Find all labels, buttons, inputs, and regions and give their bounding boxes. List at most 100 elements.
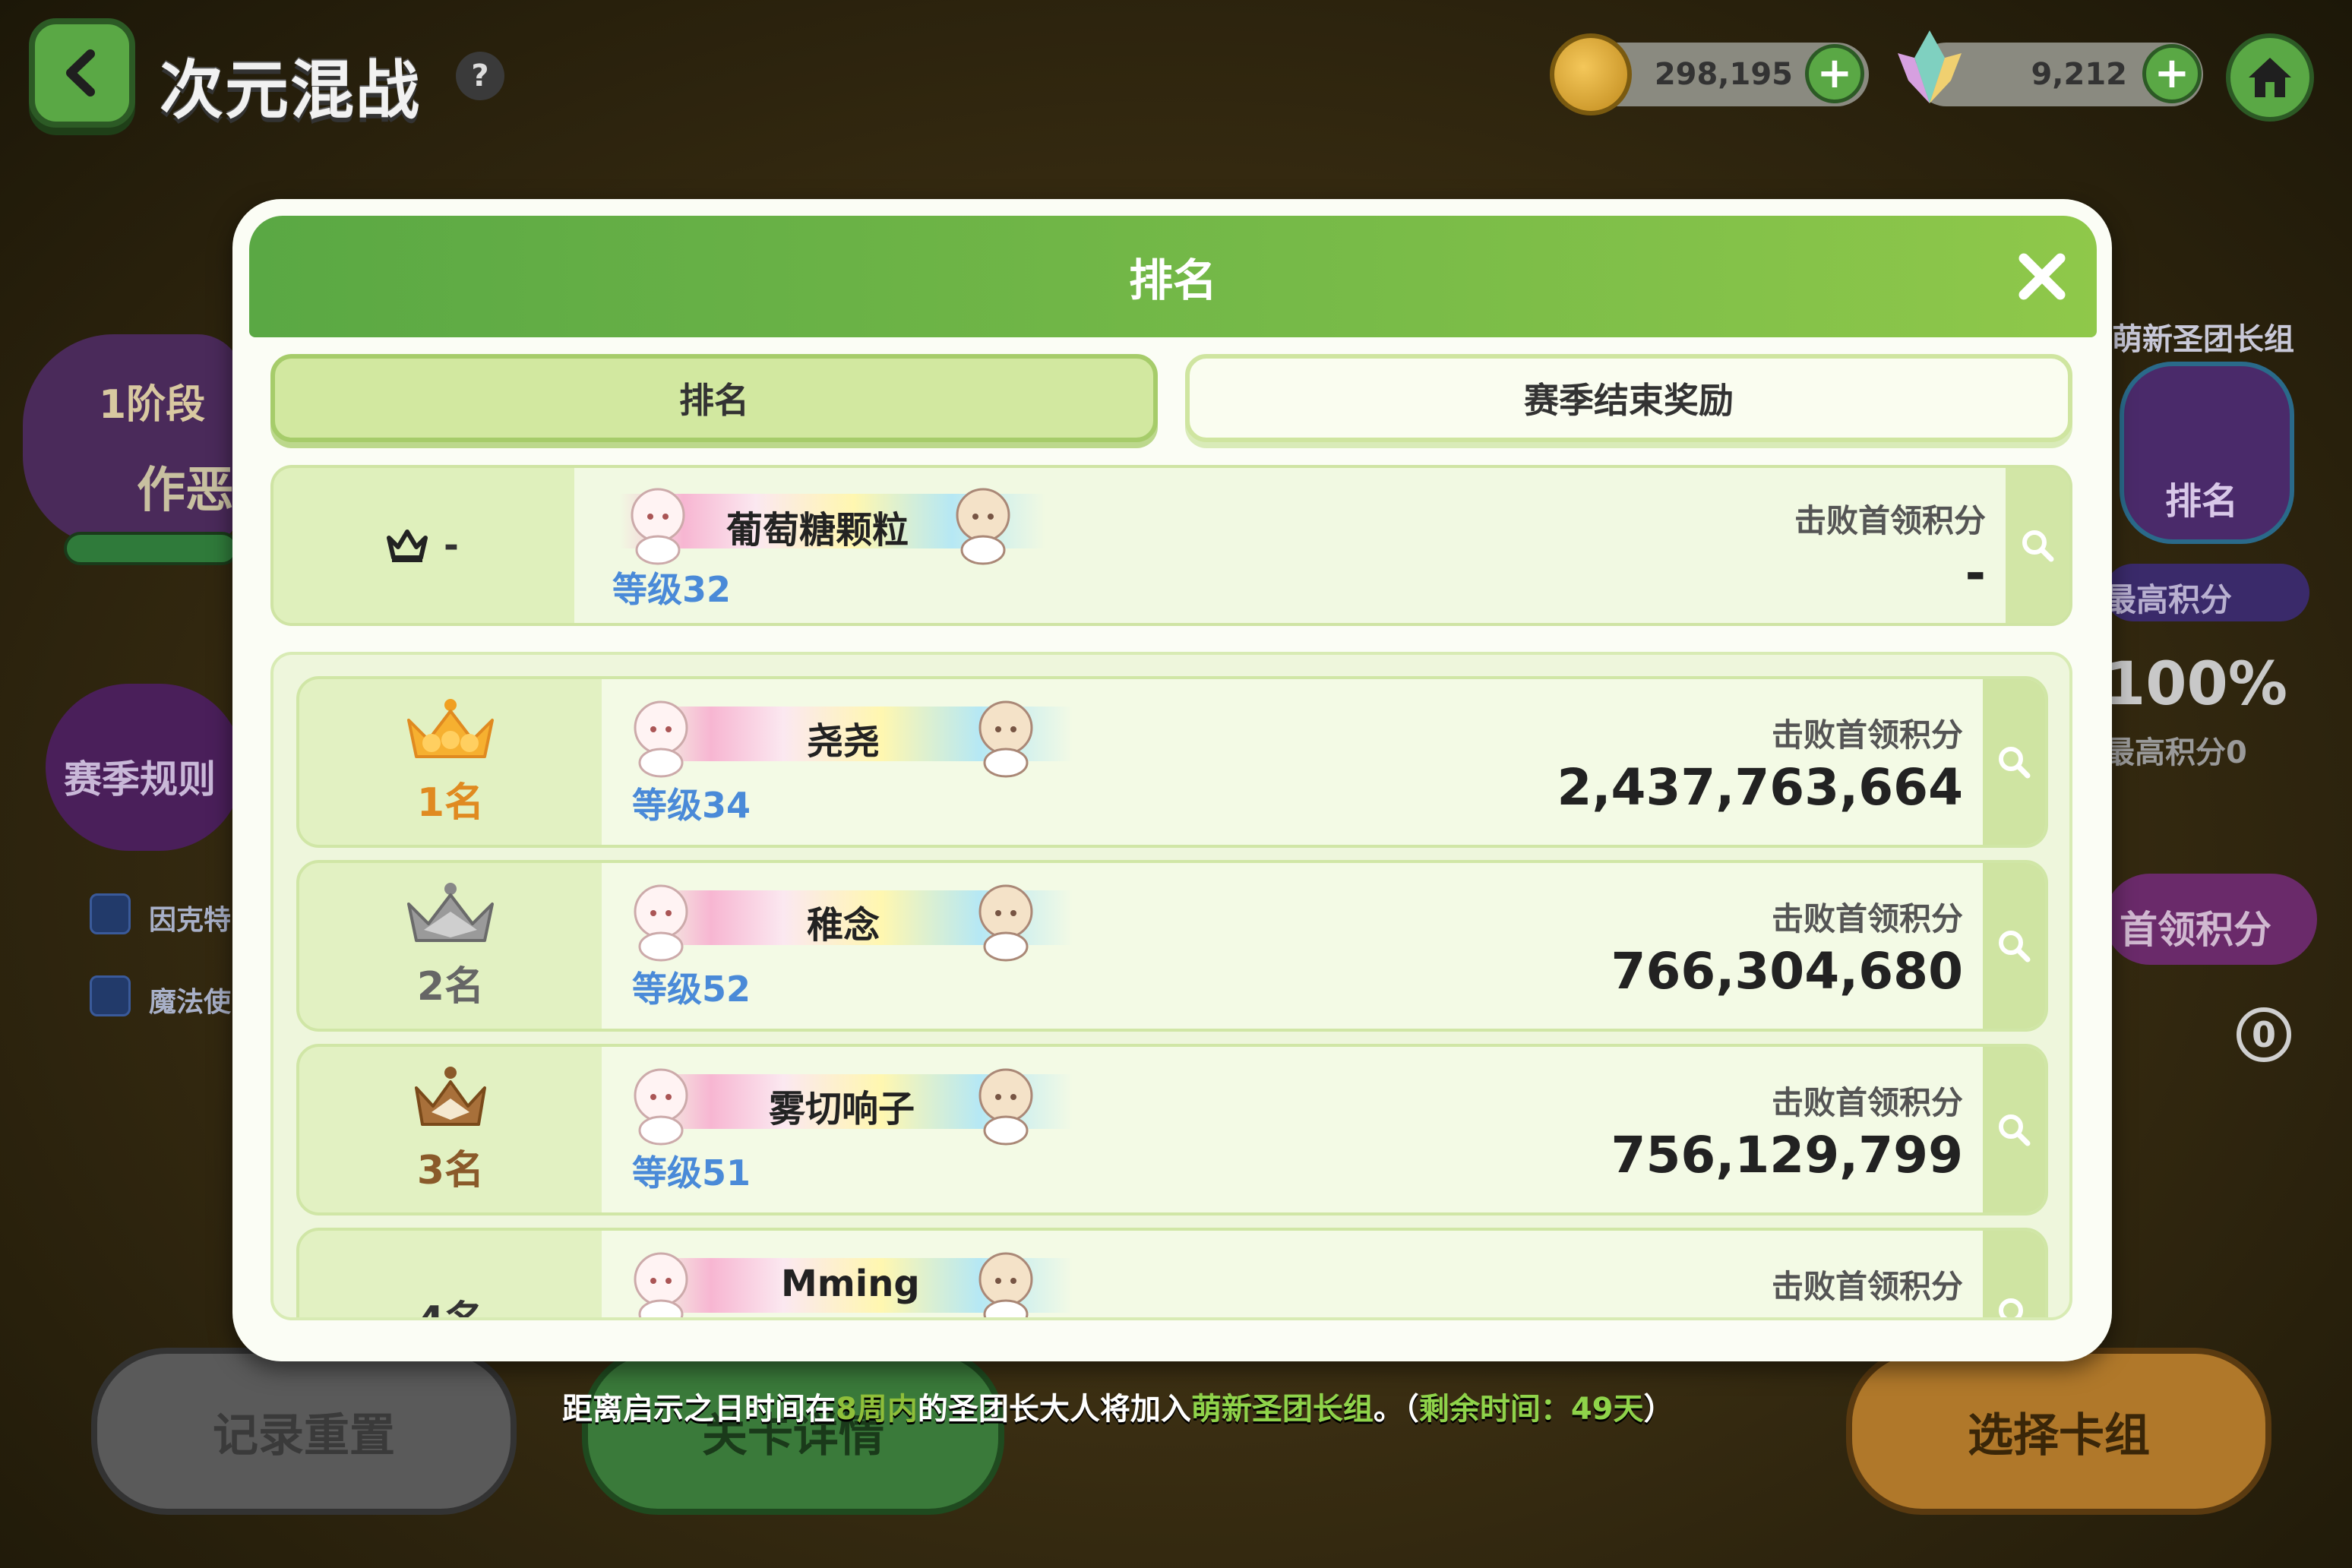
home-button[interactable] [2226,33,2314,122]
plus-icon [90,975,131,1016]
player-name: Mming [781,1263,920,1305]
rank-label: 4名 [417,1288,484,1317]
close-button[interactable] [2006,240,2079,313]
my-player-level: 等级32 [612,569,732,610]
ranking-row: 3名 雾切响子 等级51 击败首领积分 756,129,799 [296,1044,2048,1216]
silver-crown-icon [407,882,494,942]
crown-icon [387,530,428,562]
search-icon [1999,1298,2023,1317]
score-label: 击败首领积分 [1771,1268,1963,1305]
help-icon[interactable]: ? [456,52,504,100]
view-player-button[interactable] [1983,1231,2045,1317]
view-player-button[interactable] [1983,1047,2045,1212]
search-icon [1999,747,2031,779]
search-icon [1999,931,2031,963]
group-rank-label: 排名 [2165,480,2239,523]
tab-ranking[interactable]: 排名 [270,354,1158,442]
plus-icon [90,893,131,934]
score-value: 766,304,680 [1611,942,1963,1001]
record-reset-button[interactable]: 记录重置 [91,1348,517,1515]
notice-text: 距离启示之日时间在 [562,1392,836,1427]
season-notice: 距离启示之日时间在8周内的圣团长大人将加入萌新圣团长组。（剩余时间：49天） [562,1384,1674,1428]
rank-label: 2名 [416,963,485,1010]
group-title: 萌新圣团长组 [2112,322,2294,357]
home-icon [2249,58,2291,97]
highest-score-label: 最高积分 [2104,581,2233,618]
stage-progress-bar [64,532,239,565]
player-info-cell: 稚念 等级52 击败首领积分 766,304,680 [602,863,1986,1029]
add-gem-button[interactable]: + [2142,44,2202,103]
notice-text: 。（ [1373,1392,1419,1427]
boss-score-label: 首领积分 [2120,908,2271,952]
player-info-cell: Mming 击败首领积分 [602,1231,1986,1317]
rank-cell: 3名 [299,1047,602,1212]
crystal-icon [1898,30,1962,103]
notice-text: ） [1643,1392,1674,1427]
stage-label: 1阶段 [99,382,206,428]
search-icon [2022,530,2054,562]
view-player-button[interactable] [1983,863,2045,1029]
close-icon [2018,253,2066,300]
buff-item: 魔法使 [149,987,232,1018]
my-player-name: 葡萄糖颗粒 [726,509,909,552]
avatar-right [956,488,1010,565]
avatar-right [978,884,1033,962]
score-value: 2,437,763,664 [1557,758,1963,817]
rank-cell: 1名 [299,679,602,845]
notice-remaining: 剩余时间：49天 [1418,1392,1644,1427]
ranking-row: 2名 稚念 等级52 击败首领积分 766,304,680 [296,860,2048,1032]
my-score-value: - [1965,544,1986,602]
avatar-right [978,700,1033,778]
notice-weeks: 8周内 [836,1392,918,1427]
modal-title: 排名 [1128,254,1217,306]
ranking-list[interactable]: 1名 尧尧 等级34 击败首领积分 2,437,763,664 2名 稚念 等级… [270,652,2072,1320]
player-level: 等级34 [632,785,751,826]
avatar-left [634,1252,688,1317]
game-mode-title: 次元混战 [160,53,422,128]
player-name: 稚念 [807,904,880,947]
avatar-right [978,1068,1033,1146]
avatar-right [978,1252,1033,1317]
rank-label: 3名 [416,1147,485,1193]
modal-header: 排名 [249,216,2097,337]
notice-text: 的圣团长大人将加入 [917,1392,1191,1427]
notice-group: 萌新圣团长组 [1190,1392,1374,1427]
avatar-left [634,1068,688,1146]
highest-score-value: 最高积分0 [2104,735,2247,770]
rank-cell: 2名 [299,863,602,1029]
select-deck-button[interactable]: 选择卡组 [1846,1348,2271,1515]
season-rules-label: 赛季规则 [64,757,216,801]
buff-item: 因克特 [149,905,232,936]
player-info-cell: 尧尧 等级34 击败首领积分 2,437,763,664 [602,679,1986,845]
coin-amount: 298,195 [1654,57,1793,92]
ranking-row: 4名 Mming 击败首领积分 [296,1228,2048,1317]
stage-detail-button[interactable]: 关卡详情 [582,1348,1004,1515]
score-value: 756,129,799 [1611,1126,1963,1184]
my-score-label: 击败首领积分 [1794,502,1986,539]
gold-crown-icon [407,698,494,758]
tab-season-reward[interactable]: 赛季结束奖励 [1185,354,2072,442]
player-name: 雾切响子 [769,1088,915,1130]
rank-label: 1名 [416,779,485,826]
ranking-row: 1名 尧尧 等级34 击败首领积分 2,437,763,664 [296,676,2048,848]
search-icon [1999,1114,2031,1146]
stage-name: 作恶 [137,463,234,519]
gem-amount: 9,212 [2031,57,2127,92]
score-label: 击败首领积分 [1771,1084,1963,1121]
score-label: 击败首领积分 [1771,900,1963,937]
avatar-left [634,700,688,778]
avatar-left [631,488,685,565]
view-my-profile-button[interactable] [2006,468,2069,623]
my-info-cell: 葡萄糖颗粒 等级32 击败首领积分 - [574,468,2009,623]
back-button[interactable] [29,18,135,128]
my-rank-cell: - [270,465,574,626]
rank-cell: 4名 [299,1231,602,1317]
coin-icon [1550,33,1632,115]
view-player-button[interactable] [1983,679,2045,845]
player-info-cell: 雾切响子 等级51 击败首领积分 756,129,799 [602,1047,1986,1212]
arrow-left-icon [66,49,95,96]
percent-value: 100% [2104,650,2287,719]
avatar-left [634,884,688,962]
zero-badge: 0 [2237,1007,2291,1062]
add-coin-button[interactable]: + [1805,44,1864,103]
